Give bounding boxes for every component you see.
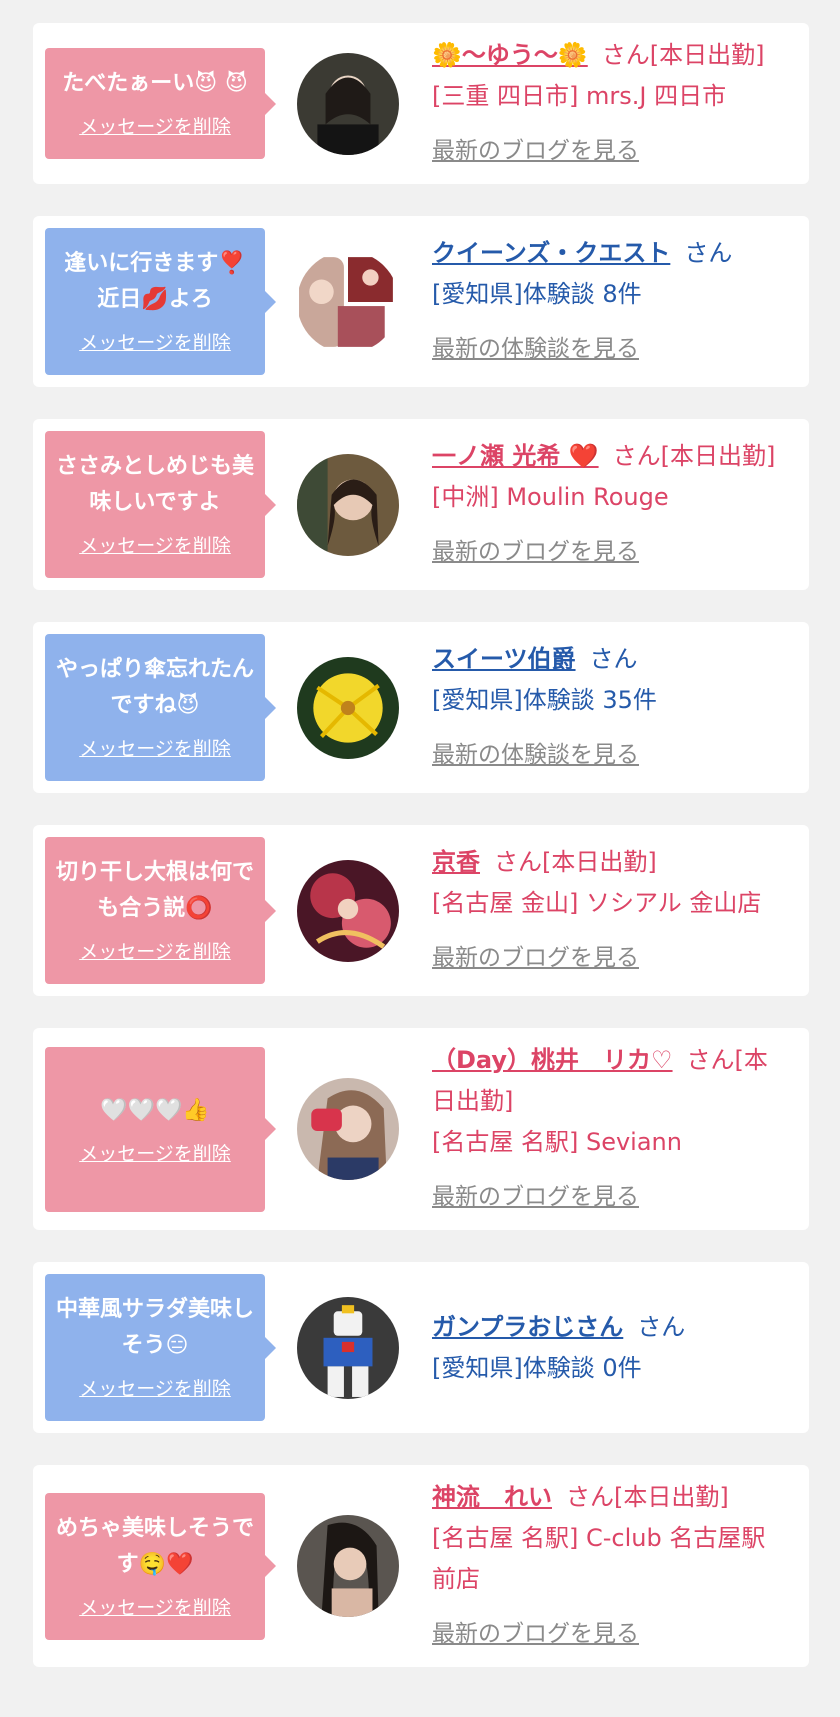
user-suffix: さん: [684, 239, 733, 267]
avatar[interactable]: [297, 250, 399, 353]
user-info: 一ノ瀬 光希 ❤️ さん[本日出勤] [中洲] Moulin Rouge 最新のブ…: [432, 436, 787, 573]
user-info: 神流 れい さん[本日出勤] [名古屋 名駅] C-club 名古屋駅前店 最新の…: [432, 1477, 787, 1655]
message-card: たべたぁーい😈 😈 メッセージを削除 🌼〜ゆう〜🌼 さん[本日出勤] [三重 四日…: [33, 23, 809, 184]
message-card: 中華風サラダ美味しそう😑 メッセージを削除 ガンプラおじさん さん [愛知県]体験…: [33, 1262, 809, 1433]
user-detail: [愛知県]体験談 8件: [432, 280, 642, 308]
user-detail: [愛知県]体験談 35件: [432, 686, 657, 714]
user-info: （Day）桃井 リカ♡ さん[本日出勤] [名古屋 名駅] Seviann 最新の…: [432, 1040, 787, 1218]
user-name-link[interactable]: （Day）桃井 リカ♡: [432, 1046, 673, 1074]
user-suffix: さん[本日出勤]: [612, 442, 776, 470]
message-card: 逢いに行きます❣️ 近日💋よろ メッセージを削除 クイーンズ・クエスト さん [愛…: [33, 216, 809, 387]
message-text: ささみとしめじも美味しいですよ: [55, 454, 254, 515]
delete-message-link[interactable]: メッセージを削除: [79, 531, 231, 558]
user-suffix: さん[本日出勤]: [601, 41, 765, 69]
user-suffix: さん: [589, 645, 638, 673]
user-suffix: さん[本日出勤]: [566, 1483, 729, 1511]
latest-blog-link[interactable]: 最新のブログを見る: [432, 131, 639, 172]
message-card: やっぱり傘忘れたんですね😈 メッセージを削除 スイーツ伯爵 さん [愛知県]体験談…: [33, 622, 809, 793]
message-bubble: 切り干し大根は何でも合う説⭕ メッセージを削除: [45, 837, 276, 984]
user-info: 🌼〜ゆう〜🌼 さん[本日出勤] [三重 四日市] mrs.J 四日市 最新のブログ…: [432, 35, 787, 172]
message-text: 🤍🤍🤍👍: [100, 1097, 210, 1123]
message-bubble: やっぱり傘忘れたんですね😈 メッセージを削除: [45, 634, 276, 781]
message-text: 切り干し大根は何でも合う説⭕: [55, 860, 254, 921]
message-bubble: 中華風サラダ美味しそう😑 メッセージを削除: [45, 1274, 276, 1421]
user-detail: [愛知県]体験談 0件: [432, 1353, 642, 1382]
latest-review-link[interactable]: 最新の体験談を見る: [432, 329, 639, 370]
delete-message-link[interactable]: メッセージを削除: [79, 328, 231, 355]
message-text: 中華風サラダ美味しそう😑: [55, 1297, 254, 1358]
user-detail: [三重 四日市] mrs.J 四日市: [432, 82, 727, 110]
message-card: ささみとしめじも美味しいですよ メッセージを削除 一ノ瀬 光希 ❤️ さん[本日出…: [33, 419, 809, 590]
delete-message-link[interactable]: メッセージを削除: [79, 937, 231, 964]
message-bubble: たべたぁーい😈 😈 メッセージを削除: [45, 48, 276, 159]
latest-blog-link[interactable]: 最新のブログを見る: [432, 532, 639, 573]
message-card: めちゃ美味しそうです🤤❤️ メッセージを削除 神流 れい さん[本日出勤] [名古…: [33, 1465, 809, 1667]
avatar[interactable]: [297, 1515, 399, 1617]
user-info: ガンプラおじさん さん [愛知県]体験談 0件: [432, 1307, 787, 1389]
avatar[interactable]: [297, 1078, 399, 1180]
user-info: スイーツ伯爵 さん [愛知県]体験談 35件 最新の体験談を見る: [432, 639, 787, 776]
user-detail: [名古屋 金山] ソシアル 金山店: [432, 889, 762, 917]
user-suffix: さん[本日出勤]: [494, 848, 657, 876]
message-text: やっぱり傘忘れたんですね😈: [55, 657, 254, 718]
latest-blog-link[interactable]: 最新のブログを見る: [432, 1177, 639, 1218]
user-name-link[interactable]: 一ノ瀬 光希 ❤️: [432, 442, 599, 470]
user-name-link[interactable]: ガンプラおじさん: [432, 1313, 623, 1341]
avatar[interactable]: [297, 656, 399, 759]
message-text: たべたぁーい😈 😈: [62, 71, 248, 96]
delete-message-link[interactable]: メッセージを削除: [79, 734, 231, 761]
user-detail: [名古屋 名駅] Seviann: [432, 1128, 682, 1156]
user-name-link[interactable]: 京香: [432, 848, 480, 876]
message-bubble: めちゃ美味しそうです🤤❤️ メッセージを削除: [45, 1492, 276, 1640]
delete-message-link[interactable]: メッセージを削除: [79, 1139, 231, 1166]
user-info: クイーンズ・クエスト さん [愛知県]体験談 8件 最新の体験談を見る: [432, 233, 787, 370]
avatar[interactable]: [297, 859, 399, 962]
message-bubble: ささみとしめじも美味しいですよ メッセージを削除: [45, 431, 276, 578]
user-detail: [名古屋 名駅] C-club 名古屋駅前店: [432, 1524, 766, 1593]
avatar[interactable]: [297, 52, 399, 155]
delete-message-link[interactable]: メッセージを削除: [79, 112, 231, 139]
message-text: 逢いに行きます❣️ 近日💋よろ: [64, 251, 246, 312]
user-detail: [中洲] Moulin Rouge: [432, 483, 669, 511]
delete-message-link[interactable]: メッセージを削除: [79, 1593, 231, 1620]
user-name-link[interactable]: スイーツ伯爵: [432, 645, 576, 673]
user-name-link[interactable]: 🌼〜ゆう〜🌼: [432, 41, 588, 69]
message-bubble: 🤍🤍🤍👍 メッセージを削除: [45, 1046, 276, 1212]
avatar[interactable]: [297, 453, 399, 556]
user-name-link[interactable]: クイーンズ・クエスト: [432, 239, 670, 267]
avatar[interactable]: [297, 1296, 399, 1399]
message-card: 🤍🤍🤍👍 メッセージを削除 （Day）桃井 リカ♡ さん[本日出勤] [名古屋 名…: [33, 1028, 809, 1230]
user-suffix: さん: [637, 1312, 686, 1341]
message-bubble: 逢いに行きます❣️ 近日💋よろ メッセージを削除: [45, 228, 276, 375]
message-card: 切り干し大根は何でも合う説⭕ メッセージを削除 京香 さん[本日出勤] [名古屋 …: [33, 825, 809, 996]
delete-message-link[interactable]: メッセージを削除: [79, 1374, 231, 1401]
user-info: 京香 さん[本日出勤] [名古屋 金山] ソシアル 金山店 最新のブログを見る: [432, 842, 787, 979]
user-name-link[interactable]: 神流 れい: [432, 1483, 552, 1511]
message-text: めちゃ美味しそうです🤤❤️: [55, 1515, 254, 1577]
latest-blog-link[interactable]: 最新のブログを見る: [432, 1614, 639, 1655]
latest-review-link[interactable]: 最新の体験談を見る: [432, 735, 639, 776]
latest-blog-link[interactable]: 最新のブログを見る: [432, 938, 639, 979]
